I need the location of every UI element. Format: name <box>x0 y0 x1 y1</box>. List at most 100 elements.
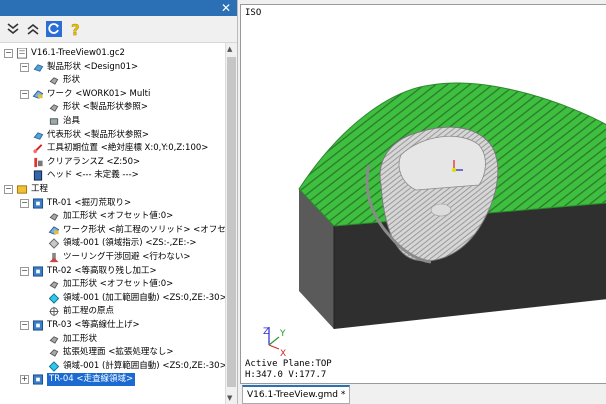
solid-icon <box>49 77 59 85</box>
refresh-icon[interactable] <box>45 20 63 38</box>
tree-item[interactable]: − V16.1-TreeView01.gc2 <box>0 47 225 60</box>
double-chevron-up-icon[interactable] <box>24 20 42 38</box>
document-tab[interactable]: V16.1-TreeView.gmd * <box>242 385 351 404</box>
help-icon[interactable]: ? <box>67 20 85 39</box>
tree-item-label: ツーリング干渉回避 <行わない> <box>63 252 191 262</box>
tree-item-label: 治具 <box>63 116 81 126</box>
expand-toggle-icon[interactable]: + <box>20 375 29 385</box>
tool-pos-icon <box>33 144 43 154</box>
active-plane-label: Active Plane:TOP <box>245 359 332 369</box>
shape-icon <box>33 131 44 140</box>
tree-item[interactable]: 前工程の原点 <box>0 305 225 318</box>
svg-text:?: ? <box>71 21 80 38</box>
tree-item[interactable]: クリアランスZ <Z:50> <box>0 156 225 169</box>
tree-item-label: 製品形状 <Design01> <box>47 61 139 72</box>
tree-item[interactable]: 拡張処理面 <拡張処理なし> <box>0 346 225 359</box>
tree-item-label: 領域-001 (領域指示) <ZS:-,ZE:-> <box>63 238 197 249</box>
tree-item-label: TR-03 <等高線仕上げ> <box>47 320 140 330</box>
cursor-coordinates: H:347.0 V:177.7 <box>245 370 327 380</box>
tree-item-label: V16.1-TreeView01.gc2 <box>31 48 125 58</box>
tree-item-label: 代表形状 <製品形状参照> <box>47 129 149 140</box>
tree-item-label: 領域-001 (計算範囲自動) <ZS:0,ZE:-30> <box>63 360 225 371</box>
tree-item-label: TR-02 <等高取り残し加工> <box>47 265 157 276</box>
tree-item[interactable]: − TR-02 <等高取り残し加工> <box>0 265 225 278</box>
collapse-toggle-icon[interactable]: − <box>20 198 29 208</box>
tree-item[interactable]: − 製品形状 <Design01> <box>0 61 225 74</box>
axis-x-label: X <box>280 349 286 359</box>
head-icon <box>33 170 43 181</box>
jig-icon <box>49 118 59 125</box>
tree-item[interactable]: − ワーク <WORK01> Multi <box>0 88 225 101</box>
region-cyan-icon <box>48 361 60 372</box>
panel-title-bar: ✕ <box>0 0 237 16</box>
tree-item[interactable]: − 工程 <box>0 183 225 196</box>
tree-item[interactable]: 加工形状 <オフセット値:0> <box>0 278 225 291</box>
collapse-toggle-icon[interactable]: − <box>20 266 29 276</box>
tree-item-label: 前工程の原点 <box>63 306 115 317</box>
collapse-toggle-icon[interactable]: − <box>4 185 13 194</box>
tree-item-label: 領域-001 (加工範囲自動) <ZS:0,ZE:-30> <box>63 292 225 303</box>
tree-item-label: 加工形状 <オフセット値:0> <box>63 279 174 290</box>
tree-item-label: 加工形状 <オフセット値:0> <box>63 211 174 222</box>
tree-item[interactable]: 形状 <製品形状参照> <box>0 101 225 114</box>
scrollbar-thumb[interactable] <box>227 57 236 387</box>
tree-item[interactable]: − TR-03 <等高線仕上げ> <box>0 319 225 332</box>
region-gray-icon <box>48 238 60 250</box>
tree-item[interactable]: 加工形状 <オフセット値:0> <box>0 210 225 223</box>
clearance-icon <box>34 157 43 167</box>
work-icon <box>32 90 44 99</box>
tree-item[interactable]: ヘッド <--- 未定義 ---> <box>0 169 225 182</box>
tree-item[interactable]: 工具初期位置 <絶対座標 X:0,Y:0,Z:100> <box>0 142 225 155</box>
close-icon[interactable]: ✕ <box>221 1 231 15</box>
tree-item[interactable]: 領域-001 (領域指示) <ZS:-,ZE:-> <box>0 237 225 250</box>
double-chevron-down-icon[interactable] <box>4 20 22 38</box>
collapse-toggle-icon[interactable]: − <box>20 89 29 99</box>
solid-icon <box>49 335 59 344</box>
tree-item[interactable]: 加工形状 <box>0 333 225 346</box>
tree-item[interactable]: − TR-01 <掘刃荒取り> <box>0 197 225 210</box>
tree-item[interactable]: ワーク形状 <前工程のソリッド> <オフセット量:0 <box>0 224 225 237</box>
tree-item[interactable]: 領域-001 (加工範囲自動) <ZS:0,ZE:-30> <box>0 292 225 305</box>
tree-item-label: 工程 <box>31 184 49 194</box>
tree-item-label: クリアランスZ <Z:50> <box>47 156 141 167</box>
tree-item[interactable]: + TR-04 <走査線領域> <box>0 373 225 387</box>
solid-icon <box>49 349 59 357</box>
tree-item[interactable]: 形状 <box>0 74 225 87</box>
work-icon <box>48 226 60 235</box>
collapse-toggle-icon[interactable]: − <box>4 49 13 58</box>
tree-item-label: ヘッド <--- 未定義 ---> <box>47 170 139 181</box>
tree-item-label: 加工形状 <box>63 333 98 344</box>
tree-panel: ✕ ? − V16.1-TreeView01.gc2− 製品形状 <Design01… <box>0 0 238 404</box>
shape-icon <box>33 63 44 72</box>
tree-item[interactable]: 治具 <box>0 115 225 128</box>
tree-item-label: ワーク <WORK01> Multi <box>47 88 151 99</box>
tree-item-label: 工具初期位置 <絶対座標 X:0,Y:0,Z:100> <box>47 143 209 154</box>
tree-item-label: ワーク形状 <前工程のソリッド> <オフセット量:0 <box>63 224 225 235</box>
document-tab-bar: V16.1-TreeView.gmd * <box>240 384 606 404</box>
tooling-icon <box>49 252 59 263</box>
tree-item-label: 形状 <box>63 75 81 86</box>
tr-icon <box>32 266 44 277</box>
tree-item-label: 形状 <製品形状参照> <box>63 102 148 113</box>
axis-triad: Z Y X <box>263 327 286 359</box>
3d-viewport[interactable]: ISO Z Y X Active Plane:TOP H:347.0 V:177… <box>240 4 606 384</box>
tree-item[interactable]: 領域-001 (計算範囲自動) <ZS:0,ZE:-30> <box>0 360 225 373</box>
model-render: Z Y X <box>263 82 606 359</box>
tr-icon <box>32 320 44 331</box>
tree-item[interactable]: ツーリング干渉回避 <行わない> <box>0 251 225 264</box>
collapse-toggle-icon[interactable]: − <box>20 321 29 330</box>
document-icon <box>16 48 28 59</box>
tr-icon <box>32 374 44 385</box>
region-cyan-icon <box>48 293 60 304</box>
solid-icon <box>49 213 59 221</box>
solid-icon <box>49 104 59 113</box>
tr-icon <box>32 198 44 209</box>
collapse-toggle-icon[interactable]: − <box>20 62 29 72</box>
tree-item-label: TR-01 <掘刃荒取り> <box>47 197 132 208</box>
tree-view: − V16.1-TreeView01.gc2− 製品形状 <Design01> 形状 −… <box>0 43 225 404</box>
tree-item-label: TR-04 <走査線領域> <box>47 373 136 387</box>
tree-item[interactable]: 代表形状 <製品形状参照> <box>0 129 225 142</box>
vertical-scrollbar[interactable]: ▲ ▼ <box>225 43 237 404</box>
axis-y-label: Y <box>279 329 286 339</box>
axis-z-label: Z <box>263 327 269 337</box>
